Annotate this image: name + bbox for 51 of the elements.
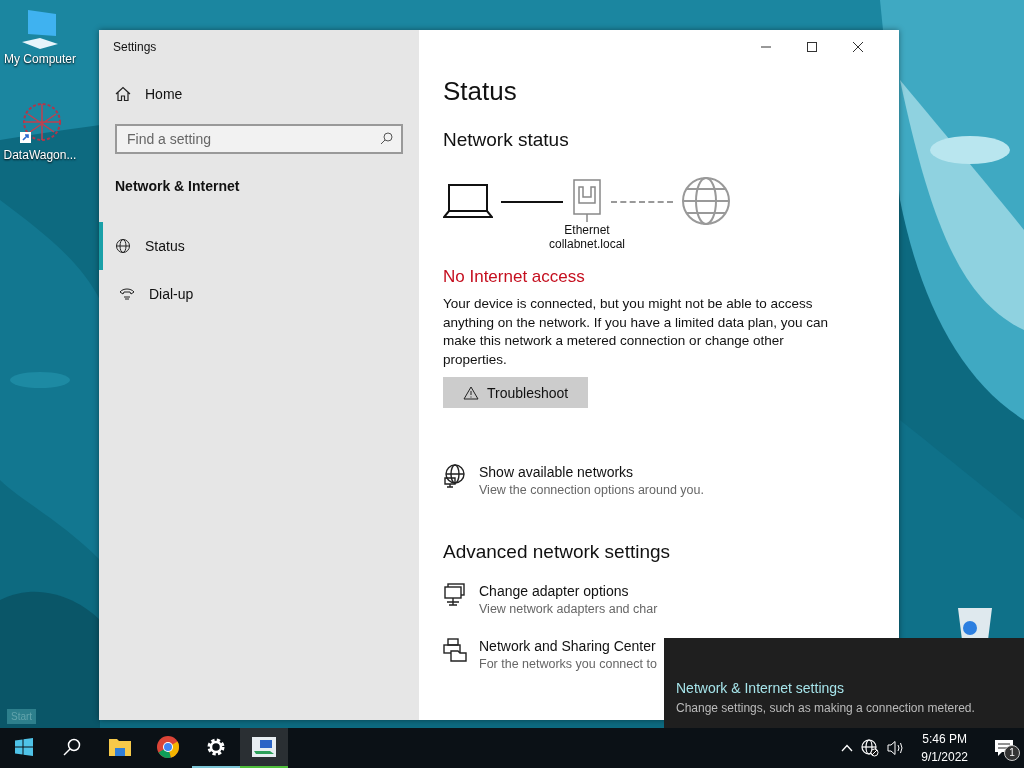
connection-line (501, 201, 563, 203)
network-name: collabnet.local (548, 237, 626, 251)
gear-icon (206, 737, 226, 757)
link-title[interactable]: Network and Sharing Center (479, 638, 657, 654)
adapter-name: Ethernet (564, 223, 610, 237)
caret-up-icon[interactable] (841, 744, 854, 752)
section-title: Network & Internet (114, 177, 241, 196)
windows-logo-icon (15, 738, 33, 756)
taskbar-button[interactable] (240, 728, 288, 768)
status-description: Your device is connected, but you might not be able to access anything on the network. If you have a limited data plan, you can make this network a metered connection or change other properties. (443, 295, 829, 369)
globe-monitor-icon (443, 464, 467, 488)
window-title: Settings (112, 39, 158, 56)
icon-label: DataWagon... (3, 148, 77, 162)
icon-label: My Computer (4, 52, 76, 66)
home-link[interactable]: Home (99, 64, 419, 112)
link-subtitle: View the connection options around you. (479, 483, 704, 497)
monitor-icon (443, 583, 467, 607)
maximize-icon[interactable] (807, 42, 817, 52)
globe-icon (681, 176, 731, 226)
troubleshoot-button[interactable]: Troubleshoot (443, 377, 589, 408)
computer-icon[interactable] (20, 8, 60, 50)
speaker-icon[interactable] (887, 740, 906, 756)
search-icon (380, 132, 393, 145)
sidebar-item[interactable]: Dial-up (99, 270, 419, 318)
search-field[interactable]: Find a setting (115, 124, 403, 154)
section-heading: Network status (443, 129, 570, 151)
link-title[interactable]: Change adapter options (479, 583, 658, 599)
folder-icon (109, 737, 131, 757)
printer-folder-icon (443, 638, 467, 662)
ethernet-icon (573, 179, 601, 223)
link-subtitle: For the networks you connect to (479, 657, 657, 671)
section-heading: Advanced network settings (443, 541, 672, 563)
globe-icon (115, 238, 131, 254)
home-icon (115, 86, 131, 102)
search-icon (63, 738, 81, 756)
laptop-icon (443, 183, 493, 219)
flyout-description: Change settings, such as making a connection metered. (676, 701, 975, 715)
close-icon[interactable] (853, 42, 863, 52)
warning-icon (463, 385, 479, 400)
phone-icon (119, 286, 135, 302)
network-window-icon (252, 737, 276, 757)
clock[interactable]: 5:46 PM 9/1/2022 (913, 730, 976, 766)
browser-icon (157, 736, 179, 758)
page-title: Status (443, 76, 518, 107)
link-title[interactable]: Show available networks (479, 464, 704, 480)
notification-badge: 1 (1004, 745, 1020, 761)
link-subtitle: View network adapters and char (479, 602, 658, 616)
network-graph-icon[interactable] (18, 102, 62, 146)
flyout-link[interactable]: Network & Internet settings (676, 680, 845, 696)
globe-blocked-icon[interactable] (861, 739, 880, 757)
status-message: No Internet access (443, 267, 586, 287)
